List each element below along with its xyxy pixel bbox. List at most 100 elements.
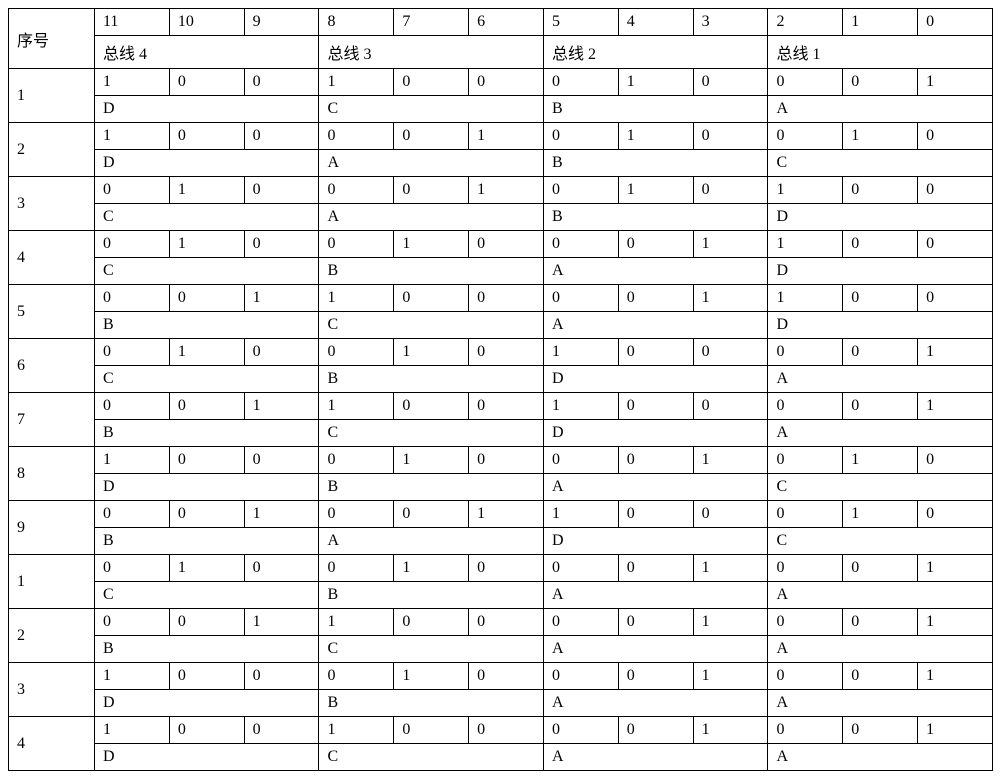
seq-cell: 4 bbox=[9, 231, 95, 285]
letter-cell: B bbox=[319, 582, 543, 609]
table-row: 3010001010100 bbox=[9, 177, 993, 204]
letter-cell: C bbox=[319, 636, 543, 663]
bit-cell: 0 bbox=[95, 285, 170, 312]
bit-cell: 0 bbox=[469, 231, 544, 258]
table-row: 6010010100001 bbox=[9, 339, 993, 366]
bit-cell: 0 bbox=[543, 177, 618, 204]
bit-cell: 1 bbox=[918, 555, 993, 582]
letter-cell: D bbox=[543, 420, 767, 447]
letter-cell: B bbox=[95, 636, 319, 663]
bit-cell: 1 bbox=[95, 123, 170, 150]
bit-cell: 0 bbox=[319, 123, 394, 150]
bit-cell: 0 bbox=[469, 447, 544, 474]
letter-cell: A bbox=[768, 96, 992, 123]
table-row: 1010010001001 bbox=[9, 555, 993, 582]
bit-cell: 0 bbox=[244, 231, 319, 258]
table-row: DCAA bbox=[9, 744, 993, 771]
bit-cell: 1 bbox=[618, 123, 693, 150]
table-row: 8100010001010 bbox=[9, 447, 993, 474]
bit-cell: 0 bbox=[319, 339, 394, 366]
letter-cell: C bbox=[768, 528, 992, 555]
bit-cell: 0 bbox=[618, 555, 693, 582]
bit-cell: 0 bbox=[843, 717, 918, 744]
bit-cell: 0 bbox=[394, 177, 469, 204]
table-row: 2001100001001 bbox=[9, 609, 993, 636]
bit-cell: 0 bbox=[618, 501, 693, 528]
letter-cell: C bbox=[768, 150, 992, 177]
bit-cell: 1 bbox=[169, 231, 244, 258]
table-row: CABD bbox=[9, 204, 993, 231]
bit-cell: 0 bbox=[768, 717, 843, 744]
letter-cell: A bbox=[768, 582, 992, 609]
bit-cell: 0 bbox=[918, 447, 993, 474]
bit-cell: 0 bbox=[169, 717, 244, 744]
letter-cell: A bbox=[543, 636, 767, 663]
bit-cell: 0 bbox=[618, 339, 693, 366]
bus-header-4: 总线 4 bbox=[95, 36, 319, 69]
seq-cell: 5 bbox=[9, 285, 95, 339]
table-row: CBDA bbox=[9, 366, 993, 393]
bit-cell: 0 bbox=[244, 555, 319, 582]
table-row: BADC bbox=[9, 528, 993, 555]
seq-cell: 7 bbox=[9, 393, 95, 447]
letter-cell: D bbox=[95, 150, 319, 177]
letter-cell: A bbox=[543, 474, 767, 501]
table-row: 2100001010010 bbox=[9, 123, 993, 150]
bit-cell: 0 bbox=[169, 609, 244, 636]
table-row: 9001001100010 bbox=[9, 501, 993, 528]
header-row-bus: 总线 4总线 3总线 2总线 1 bbox=[9, 36, 993, 69]
letter-cell: A bbox=[543, 312, 767, 339]
bit-cell: 0 bbox=[843, 393, 918, 420]
letter-cell: D bbox=[95, 96, 319, 123]
bit-cell: 0 bbox=[319, 447, 394, 474]
bit-cell: 0 bbox=[768, 69, 843, 96]
bit-cell: 0 bbox=[319, 501, 394, 528]
letter-cell: B bbox=[543, 204, 767, 231]
letter-cell: C bbox=[95, 582, 319, 609]
bit-cell: 0 bbox=[543, 123, 618, 150]
bus-encoding-table: 序号11109876543210总线 4总线 3总线 2总线 111001000… bbox=[8, 8, 993, 771]
bit-cell: 0 bbox=[768, 663, 843, 690]
letter-cell: B bbox=[95, 312, 319, 339]
bit-cell: 1 bbox=[918, 393, 993, 420]
bit-cell: 0 bbox=[469, 555, 544, 582]
letter-cell: D bbox=[543, 528, 767, 555]
bit-cell: 0 bbox=[543, 285, 618, 312]
bit-cell: 1 bbox=[319, 393, 394, 420]
bit-cell: 1 bbox=[469, 123, 544, 150]
letter-cell: A bbox=[319, 528, 543, 555]
bit-cell: 1 bbox=[95, 447, 170, 474]
bit-cell: 1 bbox=[768, 231, 843, 258]
bit-cell: 1 bbox=[95, 663, 170, 690]
bit-cell: 0 bbox=[618, 663, 693, 690]
bit-cell: 0 bbox=[543, 717, 618, 744]
bit-cell: 0 bbox=[543, 69, 618, 96]
letter-cell: D bbox=[95, 690, 319, 717]
bit-cell: 0 bbox=[618, 231, 693, 258]
table-row: 1100100010001 bbox=[9, 69, 993, 96]
letter-cell: C bbox=[95, 258, 319, 285]
bit-cell: 0 bbox=[469, 609, 544, 636]
table-row: BCDA bbox=[9, 420, 993, 447]
bit-cell: 0 bbox=[543, 231, 618, 258]
bit-cell: 1 bbox=[394, 339, 469, 366]
bit-cell: 0 bbox=[244, 177, 319, 204]
bit-cell: 1 bbox=[469, 177, 544, 204]
bit-cell: 1 bbox=[918, 663, 993, 690]
bit-cell: 0 bbox=[394, 609, 469, 636]
letter-cell: A bbox=[543, 582, 767, 609]
header-row-bits: 序号11109876543210 bbox=[9, 9, 993, 36]
bit-cell: 0 bbox=[543, 663, 618, 690]
bit-cell: 1 bbox=[394, 663, 469, 690]
bit-cell: 1 bbox=[394, 447, 469, 474]
bit-cell: 1 bbox=[394, 231, 469, 258]
table-row: DABC bbox=[9, 150, 993, 177]
bit-cell: 0 bbox=[918, 501, 993, 528]
table-row: DBAC bbox=[9, 474, 993, 501]
bit-cell: 0 bbox=[169, 447, 244, 474]
bit-cell: 0 bbox=[169, 663, 244, 690]
bit-cell: 0 bbox=[469, 285, 544, 312]
bit-cell: 1 bbox=[319, 69, 394, 96]
bit-cell: 0 bbox=[244, 69, 319, 96]
bit-cell: 0 bbox=[244, 663, 319, 690]
